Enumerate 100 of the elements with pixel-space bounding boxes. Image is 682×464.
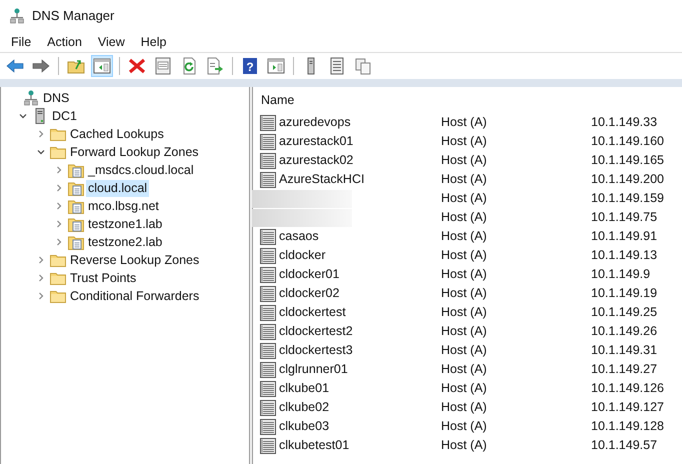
expand-chevron-icon[interactable] — [55, 166, 63, 174]
expand-chevron-icon[interactable] — [37, 274, 45, 282]
export-list-icon — [206, 57, 224, 75]
table-cell-text: 10.1.149.9 — [591, 266, 650, 284]
toolbar-button[interactable] — [91, 55, 113, 77]
back-arrow-icon — [6, 57, 24, 75]
table-cell-text: clkube01 — [279, 380, 330, 398]
table-cell-text: 10.1.149.75 — [591, 209, 658, 226]
menu-item[interactable]: Help — [132, 32, 174, 52]
properties-icon — [154, 57, 172, 75]
table-cell-text: Host (A) — [441, 247, 488, 264]
table-cell-text: clkube03 — [279, 418, 330, 436]
tree-item[interactable]: DC1 — [50, 108, 80, 124]
table-cell-text: Host (A) — [441, 190, 488, 208]
table-cell-text: azurestack02 — [279, 152, 354, 170]
record-icon — [260, 172, 276, 188]
table-cell-text: Host (A) — [441, 114, 488, 132]
record-icon — [260, 152, 276, 168]
menu-item[interactable]: View — [90, 32, 133, 52]
forward-arrow-icon — [32, 57, 50, 75]
tree-item[interactable]: cloud.local — [86, 180, 150, 196]
expand-chevron-icon[interactable] — [37, 256, 45, 264]
table-cell-text: azurestack01 — [279, 133, 354, 150]
tree-item[interactable]: Forward Lookup Zones — [68, 144, 201, 160]
table-cell-text: 10.1.149.26 — [591, 323, 658, 340]
table-cell-text: clglrunner01 — [279, 361, 348, 378]
table-cell-text: Host (A) — [441, 171, 488, 188]
record-icon — [260, 380, 276, 396]
record-icon — [260, 324, 276, 340]
table-cell-text: 10.1.149.33 — [591, 114, 658, 132]
menu-item[interactable]: File — [3, 32, 40, 52]
record-icon — [260, 342, 276, 358]
tree-item[interactable]: Trust Points — [68, 270, 138, 286]
table-cell-text: Host (A) — [441, 418, 488, 436]
zone-icon — [68, 216, 84, 232]
table-cell-text: casaos — [279, 228, 319, 246]
delete-icon — [128, 57, 146, 75]
table-cell-text: clkubetest01 — [279, 437, 350, 454]
expand-chevron-icon[interactable] — [37, 292, 45, 300]
table-cell-text: Host (A) — [441, 342, 488, 360]
tree-item[interactable]: Cached Lookups — [68, 126, 166, 142]
table-cell-text: Host (A) — [441, 380, 488, 398]
tree-item[interactable]: DNS — [41, 90, 72, 106]
expand-chevron-icon[interactable] — [55, 202, 63, 210]
tree-item[interactable]: mco.lbsg.net — [86, 198, 161, 214]
folder-icon — [50, 253, 66, 267]
table-cell-text: 10.1.149.127 — [591, 399, 664, 416]
collapse-chevron-icon[interactable] — [19, 112, 27, 120]
server-icon — [35, 108, 45, 124]
table-cell-text: cldockertest3 — [279, 342, 353, 360]
record-icon — [260, 362, 276, 378]
dns-server-icon — [10, 8, 24, 24]
copy-icon — [354, 57, 372, 75]
expand-chevron-icon[interactable] — [55, 238, 63, 246]
zone-icon — [68, 234, 84, 250]
tree-item[interactable]: _msdcs.cloud.local — [86, 162, 196, 178]
table-cell-text: 10.1.149.27 — [591, 361, 658, 378]
table-cell-text: Host (A) — [441, 228, 488, 246]
record-icon — [260, 114, 276, 130]
table-cell-text: Host (A) — [441, 209, 488, 226]
expand-chevron-icon[interactable] — [55, 184, 63, 192]
tree-item[interactable]: testzone2.lab — [86, 234, 164, 250]
table-cell-text: 10.1.149.31 — [591, 342, 658, 360]
zone-icon — [68, 162, 84, 178]
table-cell-text: clkube02 — [279, 399, 330, 416]
table-cell-text: 10.1.149.165 — [591, 152, 664, 170]
tree-item[interactable]: testzone1.lab — [86, 216, 164, 232]
table-cell-text: cldocker — [279, 247, 326, 264]
tree-item[interactable]: Reverse Lookup Zones — [68, 252, 202, 268]
zone-icon — [68, 180, 84, 196]
folder-up-icon — [67, 57, 85, 75]
record-icon — [260, 400, 276, 416]
folder-icon — [50, 271, 66, 285]
table-cell-text: 10.1.149.25 — [591, 304, 658, 322]
expand-chevron-icon[interactable] — [55, 220, 63, 228]
table-cell-text: 10.1.149.13 — [591, 247, 658, 264]
menu-item[interactable]: Action — [39, 32, 90, 52]
window-title: DNS Manager — [32, 7, 114, 26]
folder-icon — [50, 127, 66, 141]
tree-item[interactable]: Conditional Forwarders — [68, 288, 202, 304]
dns-server-icon — [24, 90, 38, 106]
collapse-chevron-icon[interactable] — [37, 148, 45, 156]
table-cell-text: cldockertest2 — [279, 323, 353, 340]
table-cell-text: Host (A) — [441, 399, 488, 416]
console-tree-icon — [93, 57, 111, 75]
record-icon — [260, 134, 276, 150]
folder-icon — [50, 145, 66, 159]
table-cell-text: 10.1.149.126 — [591, 380, 664, 398]
table-cell-text: Host (A) — [441, 437, 488, 454]
table-cell-text: azuredevops — [279, 114, 351, 132]
table-cell-text: Host (A) — [441, 266, 488, 284]
column-header[interactable]: Name — [257, 90, 298, 110]
record-icon — [260, 266, 276, 282]
expand-chevron-icon[interactable] — [37, 130, 45, 138]
action-pane-icon — [267, 57, 285, 75]
table-cell-text: Host (A) — [441, 133, 488, 150]
table-cell-text: AzureStackHCI — [279, 171, 364, 188]
table-cell-text: 10.1.149.160 — [591, 133, 664, 150]
table-cell-text: 10.1.149.128 — [591, 418, 664, 436]
record-icon — [260, 418, 276, 434]
